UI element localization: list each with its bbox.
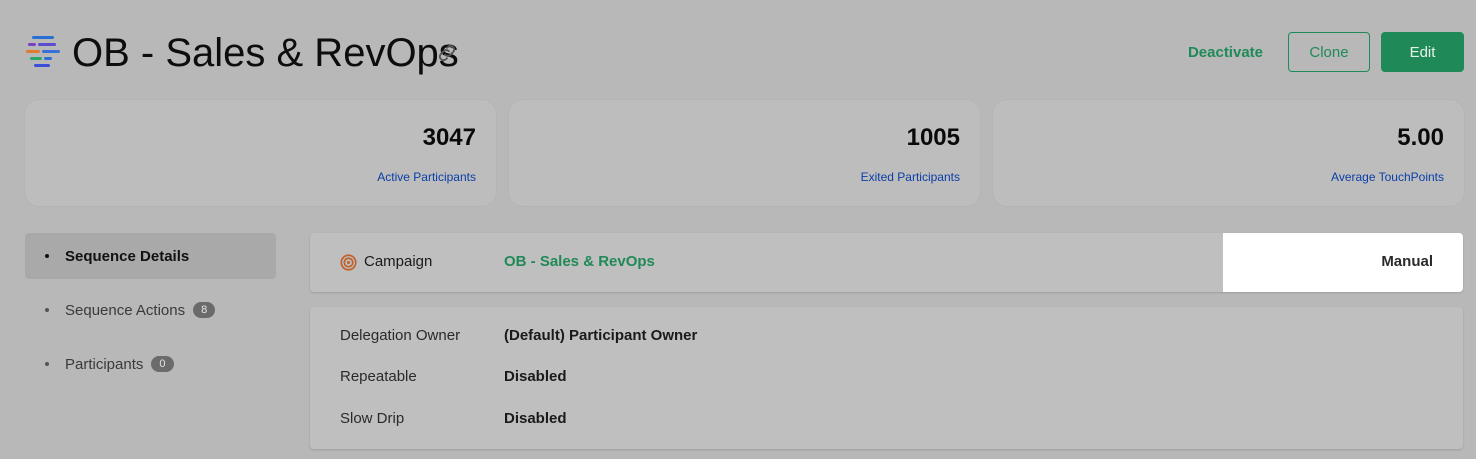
stat-value: 1005 [906, 124, 960, 151]
sidebar-item-label: Sequence Details [65, 247, 190, 265]
sequence-logo-icon [26, 36, 60, 67]
sidebar-item-sequence-details[interactable]: Sequence Details [25, 233, 276, 279]
stat-card-touchpoints: 5.00 Average TouchPoints [993, 100, 1464, 206]
sidebar-item-label: Participants [65, 355, 144, 373]
page-header: OB - Sales & RevOps Deactivate Clone Edi… [24, 28, 1464, 78]
sidebar-item-participants[interactable]: Participants 0 [25, 341, 276, 387]
link-icon[interactable] [436, 42, 458, 64]
edit-button[interactable]: Edit [1381, 32, 1464, 72]
detail-key: Slow Drip [340, 410, 405, 427]
detail-key: Repeatable [340, 368, 417, 385]
deactivate-button[interactable]: Deactivate [1188, 44, 1263, 61]
bullet-icon [45, 308, 49, 312]
clone-button[interactable]: Clone [1288, 32, 1370, 72]
campaign-mode: Manual [1381, 253, 1433, 270]
stat-value: 5.00 [1397, 124, 1444, 151]
sequence-details-panel: Delegation Owner (Default) Participant O… [310, 307, 1463, 449]
sidebar-item-sequence-actions[interactable]: Sequence Actions 8 [25, 287, 276, 333]
bullet-icon [45, 362, 49, 366]
campaign-row: Campaign OB - Sales & RevOps Manual [310, 233, 1463, 292]
detail-value: Disabled [504, 368, 567, 385]
stat-label[interactable]: Active Participants [377, 170, 476, 184]
sidebar-item-label: Sequence Actions [65, 301, 186, 319]
detail-value: (Default) Participant Owner [504, 327, 698, 344]
campaign-mode-cell: Manual [1223, 233, 1463, 292]
campaign-label: Campaign [364, 253, 433, 270]
stat-label[interactable]: Average TouchPoints [1331, 170, 1444, 184]
sidebar-nav: Sequence Details Sequence Actions 8 Part… [25, 233, 276, 395]
campaign-link[interactable]: OB - Sales & RevOps [504, 253, 655, 270]
stat-card-exited: 1005 Exited Participants [509, 100, 980, 206]
page-title: OB - Sales & RevOps [72, 31, 459, 75]
count-badge: 8 [193, 302, 216, 318]
stat-label[interactable]: Exited Participants [861, 170, 960, 184]
header-actions: Deactivate Clone Edit [1188, 32, 1464, 72]
stat-value: 3047 [422, 124, 476, 151]
count-badge: 0 [151, 356, 174, 372]
stat-card-active: 3047 Active Participants [25, 100, 496, 206]
detail-value: Disabled [504, 410, 567, 427]
bullet-icon [45, 254, 49, 258]
target-icon [340, 254, 357, 271]
detail-key: Delegation Owner [340, 327, 461, 344]
